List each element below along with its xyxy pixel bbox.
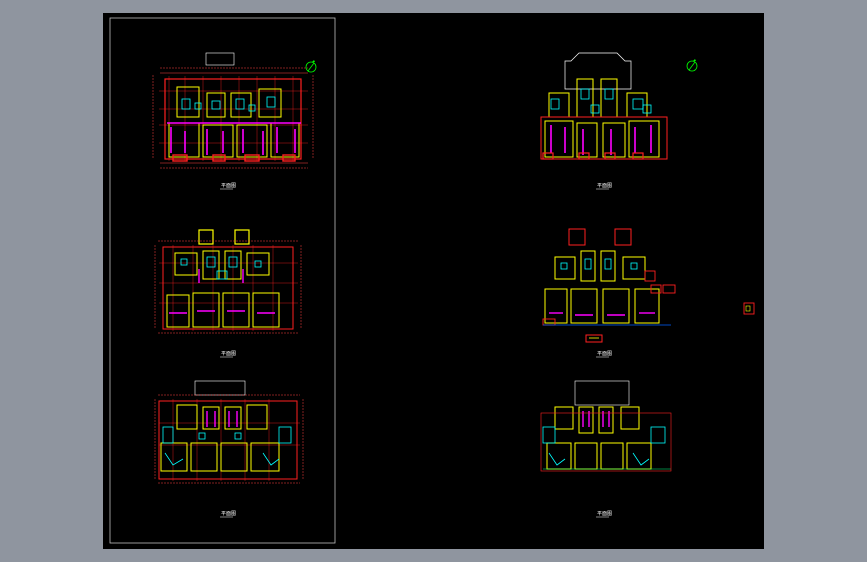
north-arrow-icon [305,60,317,73]
plan-caption-1: 平面图 [221,183,236,189]
north-arrow-icon [686,59,698,72]
floor-plan-5[interactable]: 平面图 [542,228,676,358]
drawing-canvas[interactable]: 平面图 平面图 平面图 平面图 平面图 平面图 [103,13,764,549]
floor-plan-4[interactable]: 平面图 [540,52,698,190]
plan-caption-4: 平面图 [597,183,612,189]
floor-plan-6[interactable]: 平面图 [540,380,672,518]
plan-caption-3: 平面图 [221,511,236,517]
floor-plan-3[interactable]: 平面图 [154,380,304,518]
floor-plan-2[interactable]: 平面图 [154,229,302,358]
plan-caption-5: 平面图 [597,351,612,357]
plan-caption-6: 平面图 [597,511,612,517]
cad-model-space[interactable]: 平面图 平面图 平面图 平面图 平面图 平面图 [103,13,764,549]
plan-caption-2: 平面图 [221,351,236,357]
floor-plan-1[interactable]: 平面图 [152,52,317,190]
detail-block-icon[interactable] [743,302,755,315]
